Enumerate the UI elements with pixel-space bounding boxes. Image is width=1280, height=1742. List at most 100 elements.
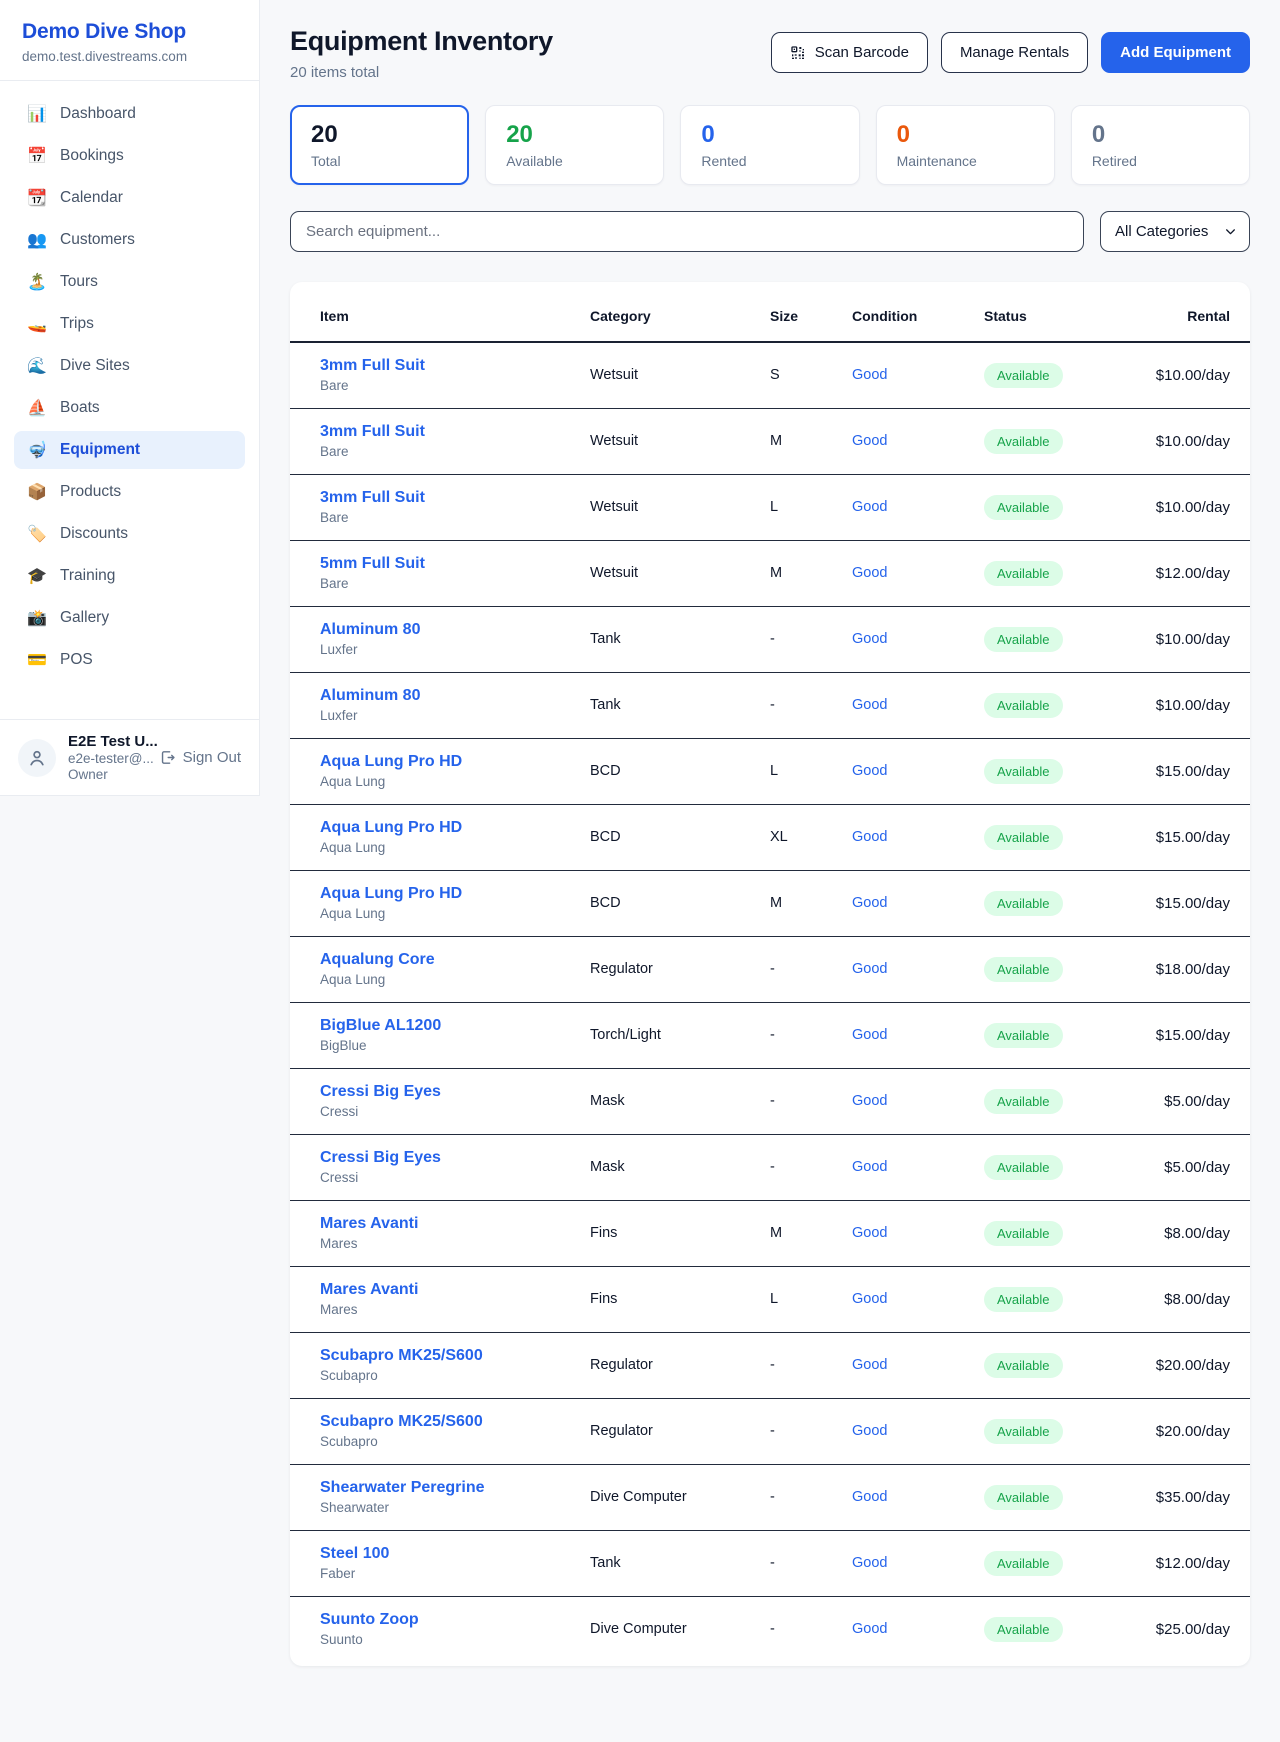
item-name-link[interactable]: Aqualung Core (320, 951, 590, 969)
sidebar-item-boats[interactable]: ⛵ Boats (14, 389, 245, 427)
item-name-link[interactable]: Scubapro MK25/S600 (320, 1347, 590, 1365)
item-condition-link[interactable]: Good (852, 565, 887, 581)
user-role: Owner (68, 767, 147, 782)
category-dropdown[interactable]: All Categories (1100, 211, 1250, 252)
item-condition-link[interactable]: Good (852, 1357, 887, 1373)
item-brand: Scubapro (320, 1368, 590, 1383)
item-condition-link[interactable]: Good (852, 367, 887, 383)
table-row: Suunto Zoop Suunto Dive Computer - Good … (290, 1596, 1250, 1662)
stat-card-retired[interactable]: 0 Retired (1071, 105, 1250, 185)
item-category: Wetsuit (590, 474, 770, 540)
item-size: - (770, 1134, 852, 1200)
manage-rentals-button[interactable]: Manage Rentals (941, 32, 1088, 73)
item-condition-link[interactable]: Good (852, 697, 887, 713)
sidebar-item-trips[interactable]: 🚤 Trips (14, 305, 245, 343)
item-condition-link[interactable]: Good (852, 1621, 887, 1637)
stat-card-available[interactable]: 20 Available (485, 105, 664, 185)
item-condition-link[interactable]: Good (852, 499, 887, 515)
sidebar-item-training[interactable]: 🎓 Training (14, 557, 245, 595)
item-name-link[interactable]: Scubapro MK25/S600 (320, 1413, 590, 1431)
item-category: Regulator (590, 936, 770, 1002)
table-row: 5mm Full Suit Bare Wetsuit M Good Availa… (290, 540, 1250, 606)
item-size: - (770, 1464, 852, 1530)
search-input[interactable] (290, 211, 1084, 252)
brand-block[interactable]: Demo Dive Shop demo.test.divestreams.com (0, 0, 259, 81)
scan-barcode-button[interactable]: Scan Barcode (771, 32, 928, 73)
item-name-link[interactable]: Aqua Lung Pro HD (320, 753, 590, 771)
table-row: Aluminum 80 Luxfer Tank - Good Available… (290, 672, 1250, 738)
item-name-link[interactable]: Mares Avanti (320, 1215, 590, 1233)
item-rental-rate: $8.00/day (1134, 1266, 1250, 1332)
item-condition-link[interactable]: Good (852, 1489, 887, 1505)
add-equipment-label: Add Equipment (1120, 44, 1231, 61)
item-name-link[interactable]: 3mm Full Suit (320, 489, 590, 507)
sidebar-item-equipment[interactable]: 🤿 Equipment (14, 431, 245, 469)
item-size: M (770, 540, 852, 606)
sidebar-item-bookings[interactable]: 📅 Bookings (14, 137, 245, 175)
item-name-link[interactable]: Cressi Big Eyes (320, 1083, 590, 1101)
item-name-link[interactable]: 3mm Full Suit (320, 423, 590, 441)
item-size: M (770, 1200, 852, 1266)
item-condition-link[interactable]: Good (852, 763, 887, 779)
item-name-link[interactable]: 5mm Full Suit (320, 555, 590, 573)
item-name-link[interactable]: Aqua Lung Pro HD (320, 819, 590, 837)
item-size: M (770, 870, 852, 936)
item-brand: BigBlue (320, 1038, 590, 1053)
item-condition-link[interactable]: Good (852, 1159, 887, 1175)
sidebar-item-label: POS (60, 651, 93, 669)
item-category: Wetsuit (590, 540, 770, 606)
dive-sites-icon: 🌊 (27, 356, 47, 376)
item-name-link[interactable]: Aluminum 80 (320, 687, 590, 705)
item-name-link[interactable]: Steel 100 (320, 1545, 590, 1563)
page-header: Equipment Inventory 20 items total (290, 26, 1250, 81)
sidebar-item-pos[interactable]: 💳 POS (14, 641, 245, 679)
item-brand: Bare (320, 444, 590, 459)
item-name-link[interactable]: Suunto Zoop (320, 1611, 590, 1629)
item-condition-link[interactable]: Good (852, 1027, 887, 1043)
item-condition-link[interactable]: Good (852, 1423, 887, 1439)
item-condition-link[interactable]: Good (852, 829, 887, 845)
item-condition-link[interactable]: Good (852, 1555, 887, 1571)
item-category: Dive Computer (590, 1464, 770, 1530)
item-condition-link[interactable]: Good (852, 1291, 887, 1307)
item-name-link[interactable]: Cressi Big Eyes (320, 1149, 590, 1167)
sign-out-button[interactable]: Sign Out (159, 749, 241, 766)
sidebar-item-gallery[interactable]: 📸 Gallery (14, 599, 245, 637)
sidebar-item-discounts[interactable]: 🏷️ Discounts (14, 515, 245, 553)
item-condition-link[interactable]: Good (852, 1093, 887, 1109)
item-brand: Luxfer (320, 642, 590, 657)
sidebar-item-tours[interactable]: 🏝️ Tours (14, 263, 245, 301)
item-condition-link[interactable]: Good (852, 631, 887, 647)
item-name-link[interactable]: Mares Avanti (320, 1281, 590, 1299)
item-name-link[interactable]: 3mm Full Suit (320, 357, 590, 375)
item-brand: Cressi (320, 1170, 590, 1185)
status-badge: Available (984, 1155, 1063, 1180)
avatar (18, 739, 56, 777)
stat-card-maintenance[interactable]: 0 Maintenance (876, 105, 1055, 185)
item-name-link[interactable]: Shearwater Peregrine (320, 1479, 590, 1497)
stat-card-total[interactable]: 20 Total (290, 105, 469, 185)
item-condition-link[interactable]: Good (852, 895, 887, 911)
sidebar-item-dashboard[interactable]: 📊 Dashboard (14, 95, 245, 133)
table-row: Mares Avanti Mares Fins L Good Available… (290, 1266, 1250, 1332)
item-name-link[interactable]: BigBlue AL1200 (320, 1017, 590, 1035)
item-category: Wetsuit (590, 342, 770, 408)
stat-card-rented[interactable]: 0 Rented (680, 105, 859, 185)
item-name-link[interactable]: Aqua Lung Pro HD (320, 885, 590, 903)
item-condition-link[interactable]: Good (852, 961, 887, 977)
item-condition-link[interactable]: Good (852, 1225, 887, 1241)
column-header-size: Size (770, 282, 852, 342)
sidebar-item-dive-sites[interactable]: 🌊 Dive Sites (14, 347, 245, 385)
add-equipment-button[interactable]: Add Equipment (1101, 32, 1250, 73)
sidebar-item-calendar[interactable]: 📆 Calendar (14, 179, 245, 217)
item-condition-link[interactable]: Good (852, 433, 887, 449)
sidebar-item-products[interactable]: 📦 Products (14, 473, 245, 511)
item-size: - (770, 1596, 852, 1662)
sign-out-icon (159, 749, 176, 766)
item-name-link[interactable]: Aluminum 80 (320, 621, 590, 639)
sidebar-item-label: Gallery (60, 609, 109, 627)
sidebar-item-customers[interactable]: 👥 Customers (14, 221, 245, 259)
status-badge: Available (984, 1089, 1063, 1114)
table-row: Aluminum 80 Luxfer Tank - Good Available… (290, 606, 1250, 672)
item-size: - (770, 936, 852, 1002)
